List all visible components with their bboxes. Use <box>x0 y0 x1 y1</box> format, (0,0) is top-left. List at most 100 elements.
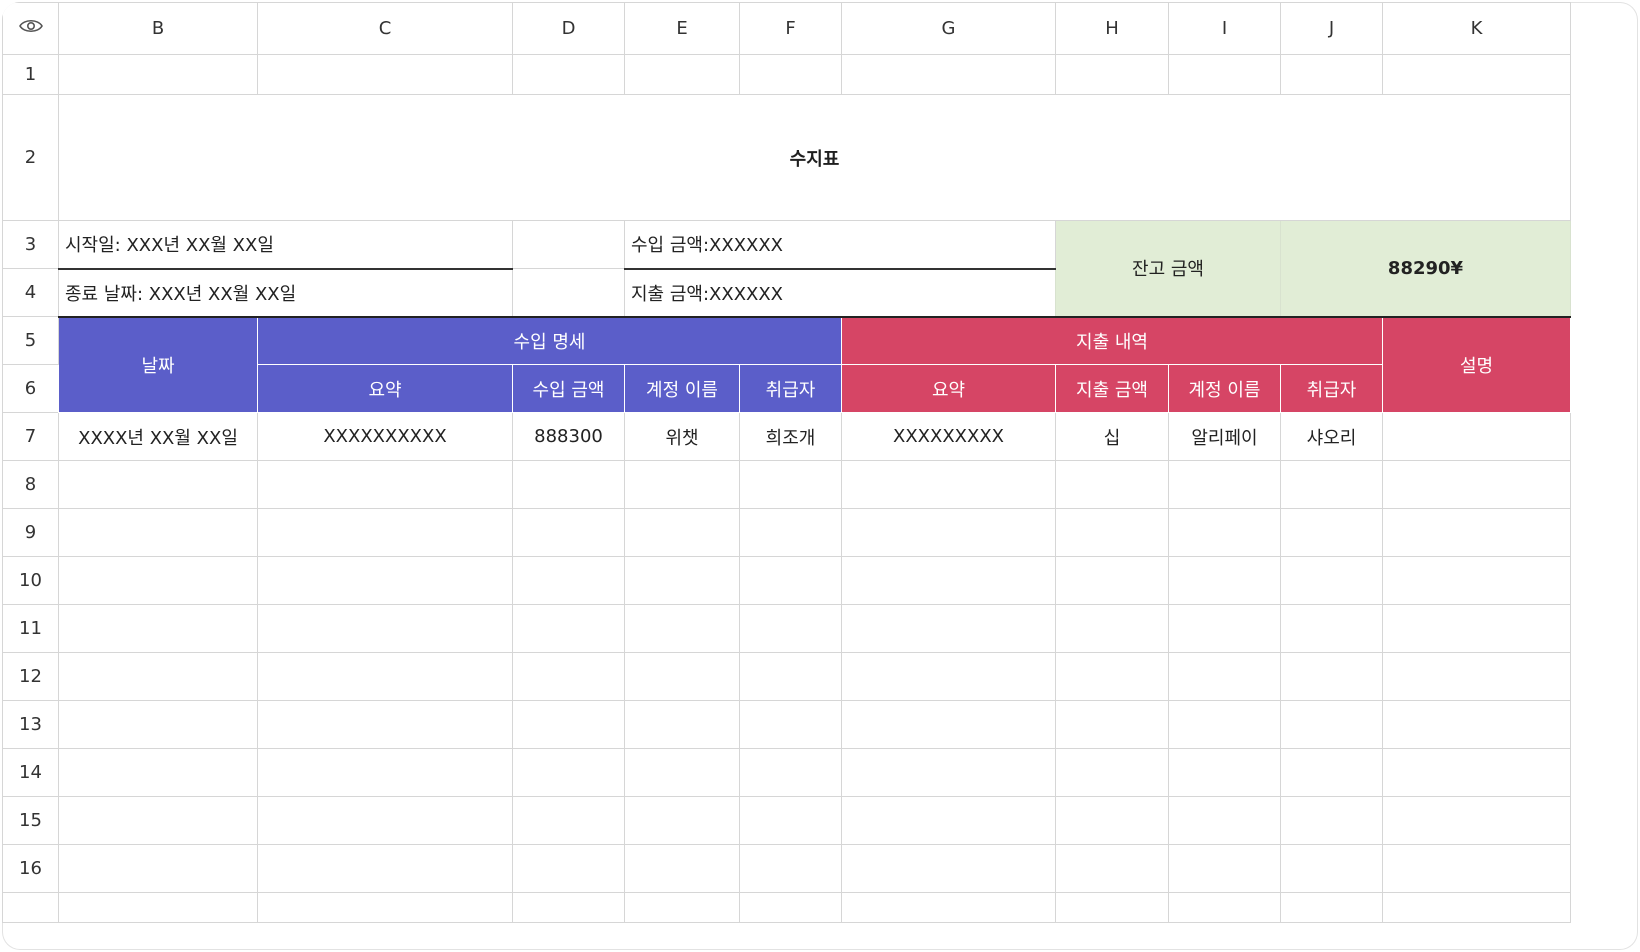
cell[interactable] <box>257 892 513 923</box>
cell[interactable] <box>841 604 1056 653</box>
cell[interactable] <box>841 54 1056 95</box>
cell[interactable] <box>1280 892 1383 923</box>
row-header[interactable]: 2 <box>2 94 59 221</box>
cell[interactable] <box>1280 844 1383 893</box>
cell[interactable] <box>1168 652 1281 701</box>
cell[interactable] <box>512 268 625 317</box>
row-header[interactable]: 15 <box>2 796 59 845</box>
cell[interactable] <box>512 54 625 95</box>
row-header[interactable]: 3 <box>2 220 59 269</box>
cell[interactable] <box>512 844 625 893</box>
cell[interactable] <box>58 748 258 797</box>
cell[interactable] <box>257 460 513 509</box>
cell[interactable] <box>1168 556 1281 605</box>
cell[interactable] <box>1280 700 1383 749</box>
cell[interactable] <box>624 700 740 749</box>
cell[interactable] <box>512 556 625 605</box>
cell[interactable] <box>1168 508 1281 557</box>
column-header-e[interactable]: E <box>624 2 740 55</box>
row-header[interactable]: 16 <box>2 844 59 893</box>
income-group-header[interactable]: 수입 명세 <box>257 315 842 365</box>
balance-label[interactable]: 잔고 금액 <box>1055 220 1281 317</box>
cell[interactable] <box>257 54 513 95</box>
entry-expense-amount[interactable]: 십 <box>1055 412 1169 461</box>
entry-expense-handler[interactable]: 샤오리 <box>1280 412 1383 461</box>
cell[interactable] <box>58 844 258 893</box>
cell[interactable] <box>1055 748 1169 797</box>
cell[interactable] <box>512 652 625 701</box>
cell[interactable] <box>1168 460 1281 509</box>
income-amount-header[interactable]: 수입 금액 <box>512 364 625 413</box>
cell[interactable] <box>58 508 258 557</box>
start-date-cell[interactable]: 시작일: XXX년 XX월 XX일 <box>58 220 513 270</box>
column-header-c[interactable]: C <box>257 2 513 55</box>
row-header[interactable]: 4 <box>2 268 59 317</box>
income-total-cell[interactable]: 수입 금액:XXXXXX <box>624 220 1056 270</box>
cell[interactable] <box>1168 54 1281 95</box>
cell[interactable] <box>1055 604 1169 653</box>
row-header[interactable]: 12 <box>2 652 59 701</box>
cell[interactable] <box>1382 508 1571 557</box>
row-header[interactable]: 1 <box>2 54 59 95</box>
cell[interactable] <box>624 604 740 653</box>
cell[interactable] <box>841 892 1056 923</box>
end-date-cell[interactable]: 종료 날짜: XXX년 XX월 XX일 <box>58 268 513 317</box>
row-header[interactable]: 11 <box>2 604 59 653</box>
cell[interactable] <box>512 460 625 509</box>
cell[interactable] <box>1280 508 1383 557</box>
cell[interactable] <box>1382 700 1571 749</box>
cell[interactable] <box>841 460 1056 509</box>
cell[interactable] <box>739 652 842 701</box>
cell[interactable] <box>624 54 740 95</box>
cell[interactable] <box>1280 652 1383 701</box>
cell[interactable] <box>1055 844 1169 893</box>
cell[interactable] <box>624 508 740 557</box>
cell[interactable] <box>512 892 625 923</box>
cell[interactable] <box>624 844 740 893</box>
cell[interactable] <box>1382 556 1571 605</box>
entry-income-handler[interactable]: 희조개 <box>739 412 842 461</box>
expense-amount-header[interactable]: 지출 금액 <box>1055 364 1169 413</box>
description-header[interactable]: 설명 <box>1382 315 1571 413</box>
cell[interactable] <box>1055 460 1169 509</box>
cell[interactable] <box>1280 604 1383 653</box>
cell[interactable] <box>739 700 842 749</box>
cell[interactable] <box>739 508 842 557</box>
row-header[interactable] <box>2 892 59 923</box>
cell[interactable] <box>841 700 1056 749</box>
cell[interactable] <box>1382 604 1571 653</box>
expense-summary-header[interactable]: 요약 <box>841 364 1056 413</box>
cell[interactable] <box>257 556 513 605</box>
entry-expense-account[interactable]: 알리페이 <box>1168 412 1281 461</box>
cell[interactable] <box>1168 748 1281 797</box>
cell[interactable] <box>624 460 740 509</box>
cell[interactable] <box>1382 892 1571 923</box>
balance-value[interactable]: 88290¥ <box>1280 220 1571 317</box>
cell[interactable] <box>1280 54 1383 95</box>
cell[interactable] <box>841 748 1056 797</box>
expense-handler-header[interactable]: 취급자 <box>1280 364 1383 413</box>
entry-income-summary[interactable]: XXXXXXXXXX <box>257 412 513 461</box>
cell[interactable] <box>1055 700 1169 749</box>
row-header[interactable]: 8 <box>2 460 59 509</box>
cell[interactable] <box>1280 556 1383 605</box>
cell[interactable] <box>512 796 625 845</box>
cell[interactable] <box>58 796 258 845</box>
cell[interactable] <box>1382 460 1571 509</box>
cell[interactable] <box>841 796 1056 845</box>
row-header[interactable]: 6 <box>2 364 59 413</box>
cell[interactable] <box>739 54 842 95</box>
cell[interactable] <box>624 796 740 845</box>
entry-date[interactable]: XXXX년 XX월 XX일 <box>58 412 258 461</box>
row-header[interactable]: 13 <box>2 700 59 749</box>
cell[interactable] <box>739 892 842 923</box>
cell[interactable] <box>739 748 842 797</box>
cell[interactable] <box>58 652 258 701</box>
cell[interactable] <box>1382 844 1571 893</box>
cell[interactable] <box>841 844 1056 893</box>
cell[interactable] <box>1168 604 1281 653</box>
cell[interactable] <box>1168 892 1281 923</box>
cell[interactable] <box>512 748 625 797</box>
cell[interactable] <box>512 700 625 749</box>
column-header-f[interactable]: F <box>739 2 842 55</box>
